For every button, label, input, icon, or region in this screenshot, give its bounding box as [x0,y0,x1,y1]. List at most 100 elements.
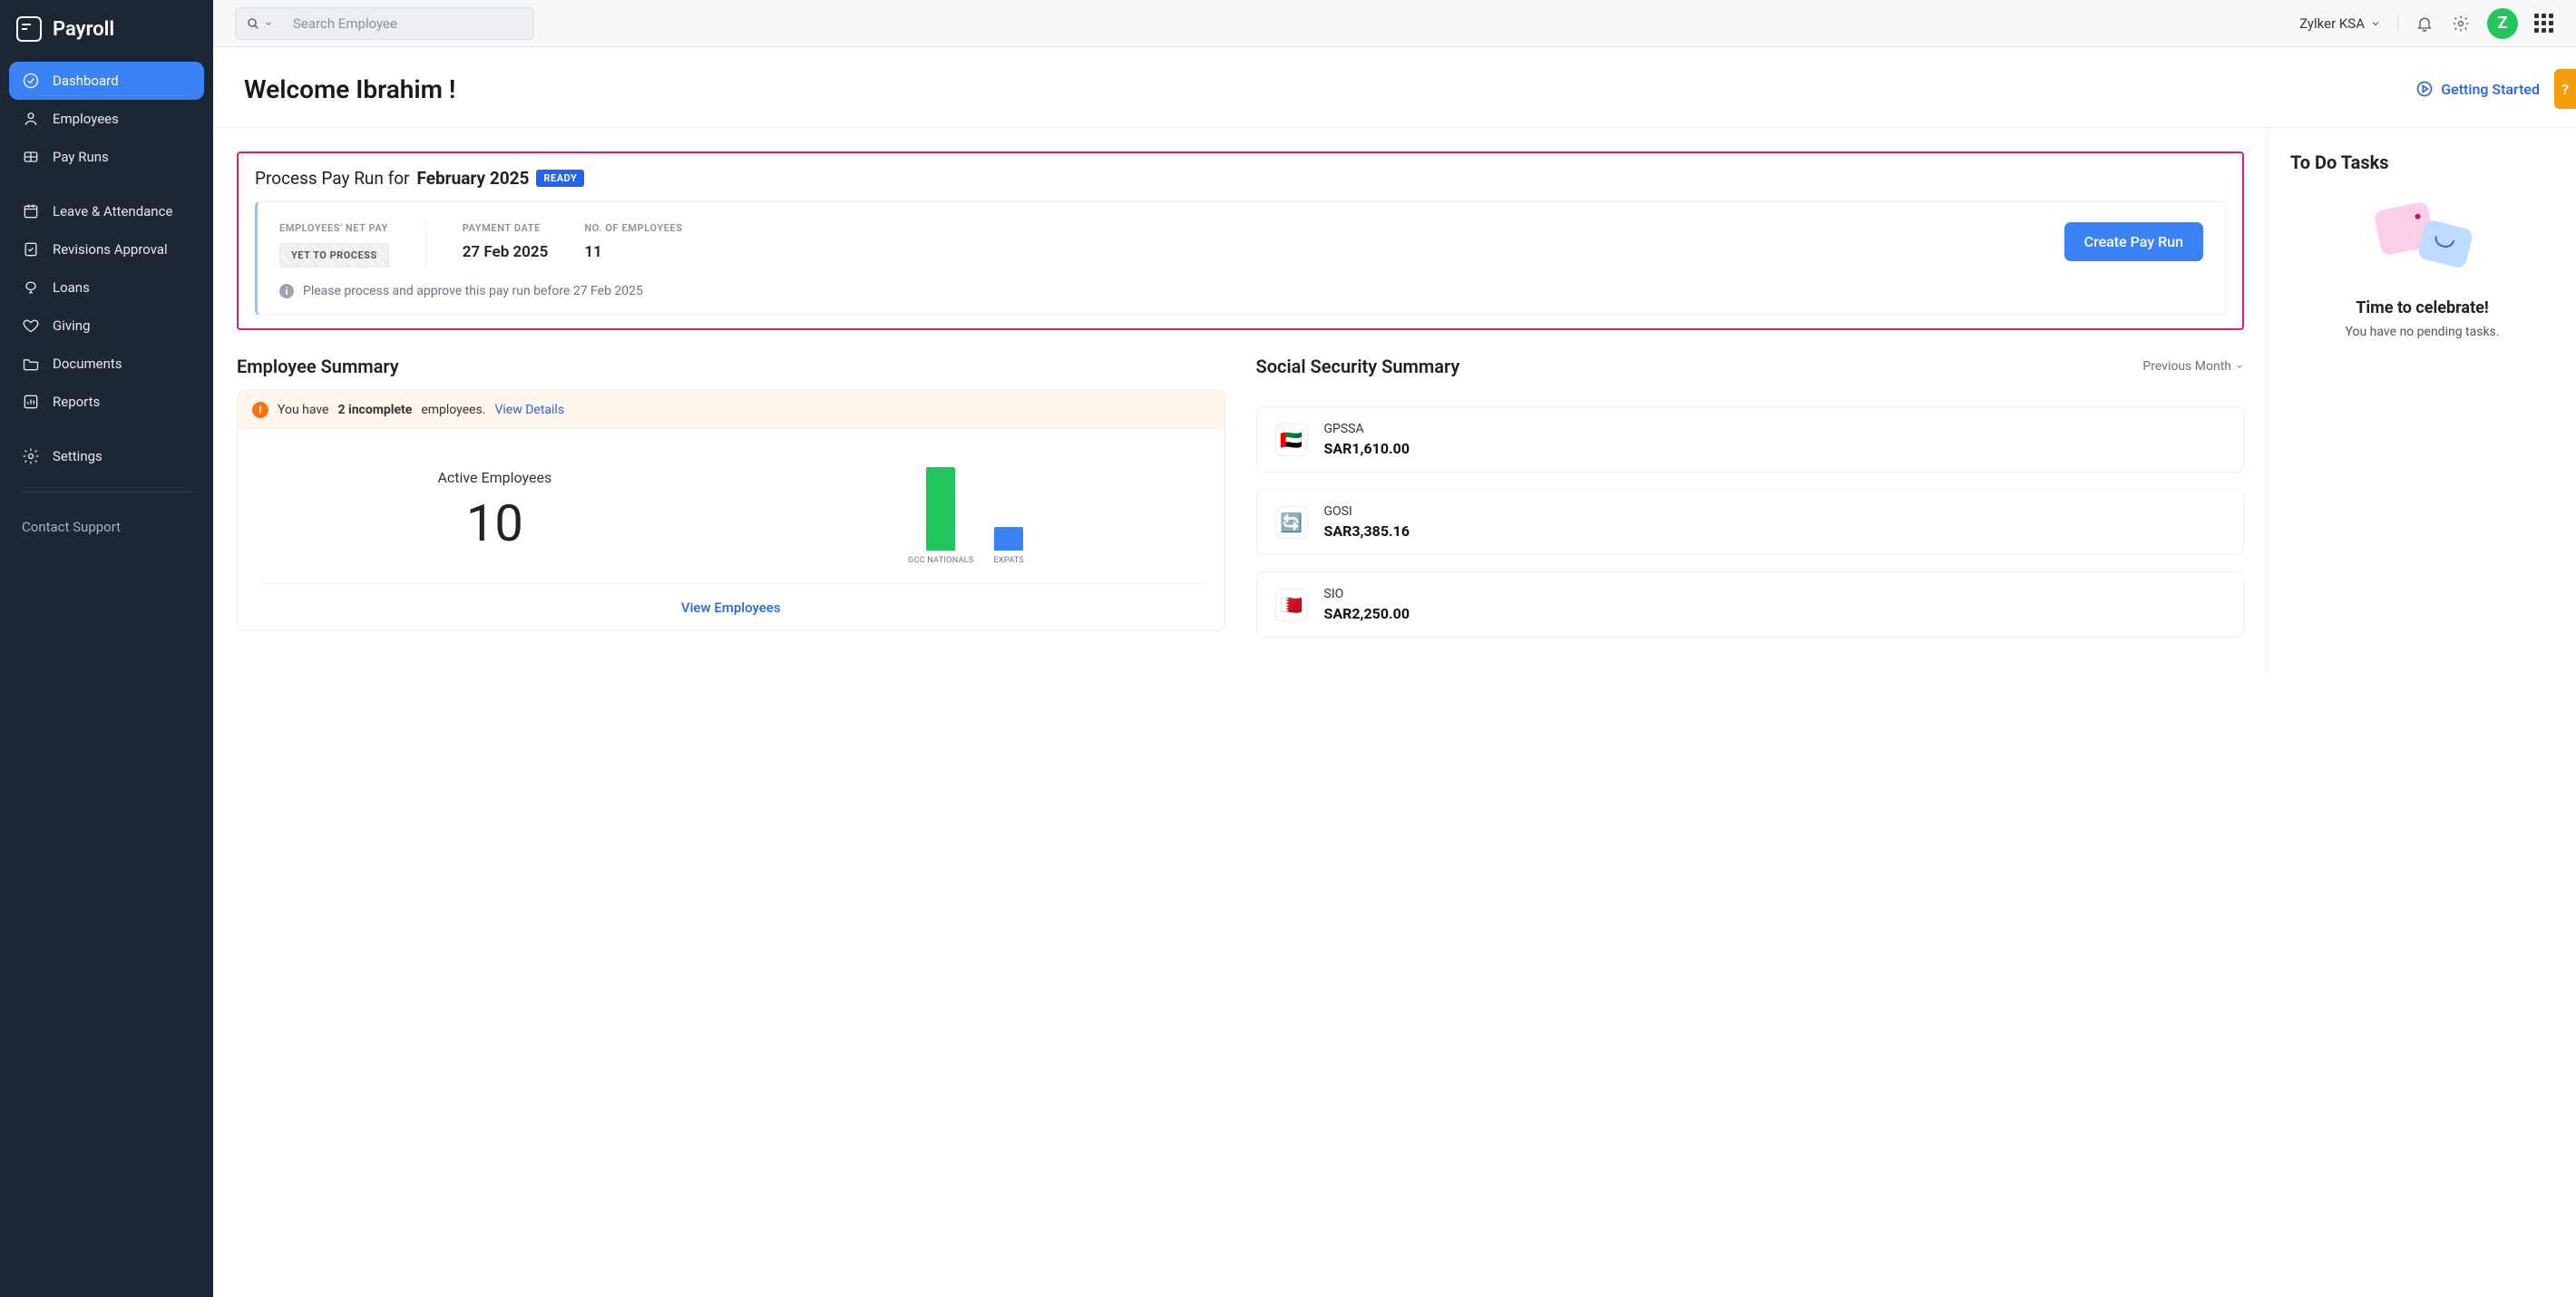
avatar-initial: Z [2498,14,2508,33]
sidebar-item-pay-runs[interactable]: Pay Runs [9,138,204,176]
ss-amount: SAR2,250.00 [1324,605,1410,622]
main: Welcome Ibrahim ! Getting Started ? Proc… [213,47,2576,1297]
sidebar-item-loans[interactable]: Loans [9,268,204,307]
stat-payment-date: PAYMENT DATE 27 Feb 2025 [463,222,549,261]
sidebar-item-giving[interactable]: Giving [9,307,204,345]
ss-item-gosi[interactable]: 🔄 GOSI SAR3,385.16 [1256,489,2245,555]
getting-started-link[interactable]: Getting Started [2415,80,2540,98]
view-employees-link[interactable]: View Employees [681,600,781,616]
employees-icon [22,110,40,128]
flag-icon: 🇦🇪 [1275,424,1308,456]
stat-label: PAYMENT DATE [463,222,549,234]
sidebar-item-dashboard[interactable]: Dashboard [9,62,204,100]
search-scope-button[interactable] [235,7,282,40]
ss-name: GPSSA [1324,422,1410,436]
apps-button[interactable] [2534,14,2554,34]
sidebar-item-label: Loans [53,279,90,296]
payrun-note-text: Please process and approve this pay run … [303,284,643,298]
warning-icon: ! [252,402,268,418]
payrun-title: Process Pay Run for February 2025 READY [255,168,2226,189]
ss-name: SIO [1324,587,1410,601]
play-circle-icon [2415,80,2434,98]
page-title: Welcome Ibrahim ! [244,74,455,104]
topbar-divider [2397,14,2398,34]
chevron-down-icon [2235,362,2244,371]
sidebar-item-revisions-approval[interactable]: Revisions Approval [9,230,204,268]
payrun-month: February 2025 [416,168,529,189]
sidebar-item-contact-support[interactable]: Contact Support [9,509,204,545]
sidebar-item-settings[interactable]: Settings [9,437,204,475]
warn-text-pre: You have [278,403,328,417]
employee-summary-body: Active Employees 10 GCC NATIONALS [238,429,1225,583]
sidebar: Payroll Dashboard Employees Pay Runs Lea… [0,0,213,1297]
help-label: ? [2561,81,2569,98]
view-details-link[interactable]: View Details [494,403,564,417]
todo-heading: Time to celebrate! [2290,298,2554,317]
payrun-note: i Please process and approve this pay ru… [279,284,2203,298]
stat-employee-count: NO. OF EMPLOYEES 11 [584,222,682,261]
stat-label: NO. OF EMPLOYEES [584,222,682,234]
content: Process Pay Run for February 2025 READY … [213,128,2576,674]
sidebar-item-label: Documents [53,356,122,372]
todo-sidebar: To Do Tasks Time to celebrate! You have … [2268,128,2576,674]
help-button[interactable]: ? [2554,69,2576,109]
section-title-text: Employee Summary [237,356,399,377]
payrun-card: EMPLOYEES' NET PAY YET TO PROCESS PAYMEN… [255,201,2226,316]
notifications-button[interactable] [2415,14,2435,34]
header-actions: Getting Started ? [2415,69,2545,109]
sidebar-item-label: Pay Runs [53,149,109,165]
employee-summary-card: ! You have 2 incomplete employees. View … [237,390,1225,631]
active-employees-label: Active Employees [437,469,551,486]
ss-item-gpssa[interactable]: 🇦🇪 GPSSA SAR1,610.00 [1256,406,2245,473]
sidebar-item-label: Dashboard [53,73,119,89]
info-icon: i [279,284,294,298]
sidebar-item-label: Employees [53,111,119,127]
bar-label: GCC NATIONALS [908,556,973,565]
period-selector[interactable]: Previous Month [2142,359,2244,374]
ss-item-sio[interactable]: 🇧🇭 SIO SAR2,250.00 [1256,571,2245,638]
bar-expats: EXPATS [993,527,1024,565]
yet-to-process-badge: YET TO PROCESS [279,243,389,268]
gear-icon [2452,15,2470,33]
org-selector[interactable]: Zylker KSA [2299,15,2381,32]
social-security-summary: Social Security Summary Previous Month 🇦… [1256,356,2245,638]
create-pay-run-button[interactable]: Create Pay Run [2064,222,2203,261]
sidebar-item-label: Contact Support [22,519,121,535]
topbar: Zylker KSA Z [213,0,2576,47]
todo-subtext: You have no pending tasks. [2290,325,2554,339]
settings-button[interactable] [2451,14,2471,34]
stat-netpay: EMPLOYEES' NET PAY YET TO PROCESS [279,222,426,268]
sidebar-item-label: Revisions Approval [53,241,168,258]
getting-started-label: Getting Started [2441,81,2540,98]
calendar-icon [22,202,40,220]
active-employees: Active Employees 10 [437,469,551,553]
sidebar-item-label: Settings [53,448,102,464]
ss-name: GOSI [1324,504,1410,519]
stat-label: EMPLOYEES' NET PAY [279,222,389,234]
sidebar-item-documents[interactable]: Documents [9,345,204,383]
bar [926,467,955,551]
incomplete-employees-banner: ! You have 2 incomplete employees. View … [238,391,1225,429]
employee-summary-footer: View Employees [259,583,1203,630]
heart-icon [22,317,40,335]
sidebar-item-employees[interactable]: Employees [9,100,204,138]
sidebar-nav: Dashboard Employees Pay Runs Leave & Att… [0,62,213,1297]
sidebar-item-reports[interactable]: Reports [9,383,204,421]
search-wrap [235,7,534,40]
stat-value: 27 Feb 2025 [463,243,549,261]
gear-icon [22,447,40,465]
folder-icon [22,355,40,373]
sidebar-item-leave-attendance[interactable]: Leave & Attendance [9,192,204,230]
summaries: Employee Summary ! You have 2 incomplete… [237,356,2244,638]
avatar[interactable]: Z [2487,8,2518,39]
sidebar-item-label: Giving [53,317,90,334]
chevron-down-icon [264,19,273,28]
bar [994,527,1023,551]
bar-label: EXPATS [993,556,1024,565]
search-input[interactable] [282,7,534,40]
ss-amount: SAR3,385.16 [1324,522,1410,540]
brand: Payroll [0,0,213,62]
active-employees-count: 10 [437,493,551,553]
brand-label: Payroll [53,18,114,41]
chevron-down-icon [2370,18,2381,29]
